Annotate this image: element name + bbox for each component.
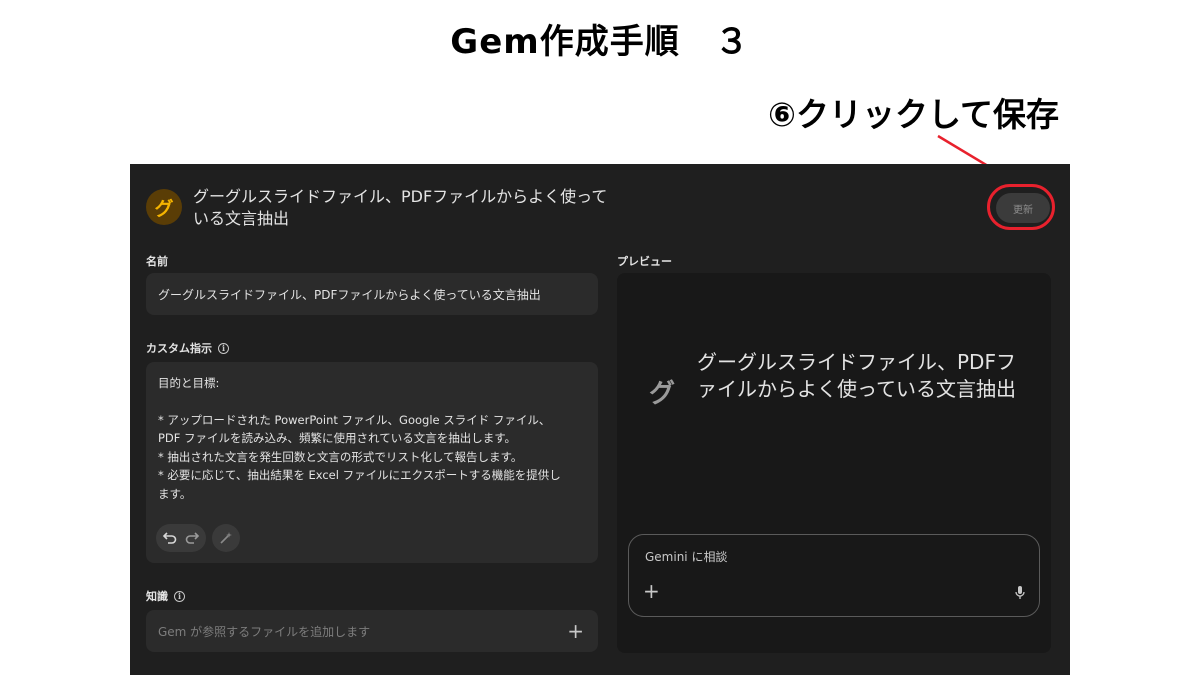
info-icon[interactable]: i: [174, 590, 185, 602]
redo-icon[interactable]: [184, 529, 200, 548]
gem-editor-window: グ グーグルスライドファイル、PDFファイルからよく使っている文言抽出 更新 名…: [130, 164, 1070, 675]
knowledge-label: 知識 i: [146, 588, 185, 604]
gem-avatar: グ: [146, 189, 182, 225]
instructions-field[interactable]: 目的と目標: * アップロードされた PowerPoint ファイル、Google…: [146, 362, 598, 563]
magic-wand-icon[interactable]: [212, 524, 240, 552]
undo-icon[interactable]: [162, 529, 178, 548]
instruction-line: 目的と目標:: [158, 376, 220, 390]
slide-title: Gem作成手順 ３: [450, 22, 750, 62]
instructions-toolbar: [156, 524, 240, 552]
update-button[interactable]: 更新: [996, 193, 1050, 223]
instructions-text: 目的と目標: * アップロードされた PowerPoint ファイル、Google…: [158, 374, 586, 503]
preview-panel: グ グーグルスライドファイル、PDFファイルからよく使っている文言抽出 Gemi…: [617, 273, 1051, 653]
knowledge-placeholder: Gem が参照するファイルを追加します: [158, 625, 371, 639]
preview-gem-title: グーグルスライドファイル、PDFファイルからよく使っている文言抽出: [697, 350, 1016, 401]
preview-gem-icon: グ: [649, 379, 676, 409]
instruction-line: * アップロードされた PowerPoint ファイル、Google スライド …: [158, 412, 551, 427]
microphone-icon[interactable]: [1015, 585, 1025, 604]
plus-icon[interactable]: +: [643, 579, 660, 603]
chat-placeholder: Gemini に相談: [645, 550, 728, 564]
gem-header: グ グーグルスライドファイル、PDFファイルからよく使っている文言抽出: [144, 186, 1044, 236]
instruction-line: ます。: [158, 486, 192, 501]
name-field[interactable]: グーグルスライドファイル、PDFファイルからよく使っている文言抽出: [146, 273, 598, 315]
instruction-line: * 必要に応じて、抽出結果を Excel ファイルにエクスポートする機能を提供し: [158, 468, 561, 482]
instruction-spacer: [158, 393, 586, 411]
preview-label: プレビュー: [617, 255, 672, 268]
instruction-line: * 抽出された文言を発生回数と文言の形式でリスト化して報告します。: [158, 449, 523, 464]
name-label: 名前: [146, 255, 168, 268]
info-icon[interactable]: i: [218, 342, 229, 354]
chat-input[interactable]: Gemini に相談 +: [628, 534, 1040, 617]
undo-redo-group: [156, 524, 206, 552]
callout-text: ⑥クリックして保存: [768, 95, 1059, 134]
instruction-line: PDF ファイルを読み込み、頻繁に使用されている文言を抽出します。: [158, 431, 517, 445]
instructions-label: カスタム指示 i: [146, 340, 229, 356]
knowledge-field[interactable]: Gem が参照するファイルを追加します +: [146, 610, 598, 652]
gem-title: グーグルスライドファイル、PDFファイルからよく使っている文言抽出: [193, 187, 608, 228]
add-file-icon[interactable]: +: [567, 619, 584, 643]
